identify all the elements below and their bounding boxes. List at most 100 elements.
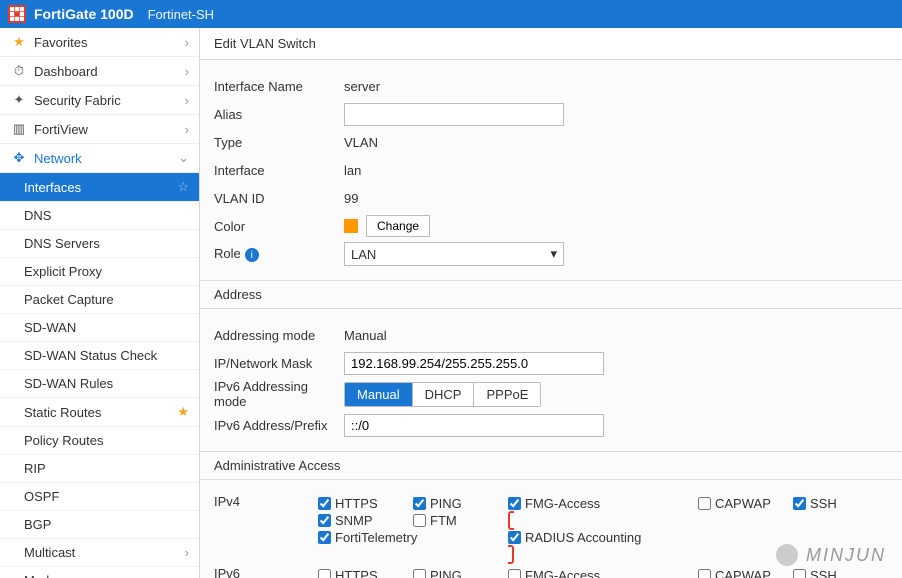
ipv4-snmp-checkbox[interactable]: SNMP	[318, 513, 413, 528]
main-content: Edit VLAN Switch Interface Nameserver Al…	[200, 28, 902, 578]
chevron-down-icon: ⌄	[178, 150, 189, 166]
sidebar-item-label: SD-WAN	[24, 320, 76, 335]
sidebar-item-explicit-proxy[interactable]: Explicit Proxy	[0, 258, 199, 286]
label-ipv4: IPv4	[214, 494, 318, 509]
sidebar-item-sdwan-rules[interactable]: SD-WAN Rules	[0, 370, 199, 398]
label-alias: Alias	[214, 107, 344, 122]
nav-fortiview[interactable]: ▥ FortiView ›	[0, 115, 199, 144]
nav-label: Favorites	[34, 35, 87, 50]
ipv4-fortitelemetry-checkbox[interactable]: FortiTelemetry	[318, 530, 413, 545]
label-color: Color	[214, 219, 344, 234]
sidebar-item-ospf[interactable]: OSPF	[0, 483, 199, 511]
section-address: Address	[200, 280, 902, 309]
sidebar-item-dns[interactable]: DNS	[0, 202, 199, 230]
sidebar-item-label: Static Routes	[24, 405, 101, 420]
sidebar-item-bgp[interactable]: BGP	[0, 511, 199, 539]
ipv6-fmg-checkbox[interactable]: FMG-Access	[508, 568, 698, 578]
value-addressing-mode: Manual	[344, 328, 387, 343]
sidebar: ★ Favorites › ⏱ Dashboard › ✦Security Fabric…	[0, 28, 200, 578]
role-value: LAN	[351, 247, 376, 262]
sidebar-item-label: SD-WAN Rules	[24, 376, 113, 391]
star-outline-icon[interactable]: ☆	[177, 179, 189, 195]
label-role: Rolei	[214, 246, 344, 263]
sidebar-item-multicast[interactable]: Multicast ›	[0, 539, 199, 567]
chevron-right-icon: ›	[185, 545, 189, 560]
nav-network[interactable]: ✥Network⌄	[0, 144, 199, 173]
color-swatch-icon	[344, 219, 358, 233]
value-vlan-id: 99	[344, 191, 358, 206]
sidebar-item-modem[interactable]: Modem	[0, 567, 199, 578]
page-title: Edit VLAN Switch	[200, 28, 902, 60]
sidebar-item-label: OSPF	[24, 489, 59, 504]
sidebar-item-label: DNS	[24, 208, 51, 223]
change-color-button[interactable]: Change	[366, 215, 430, 237]
nav-label: Network	[34, 151, 82, 166]
sidebar-item-sdwan[interactable]: SD-WAN	[0, 314, 199, 342]
label-interface-name: Interface Name	[214, 79, 344, 94]
ipv4-radius-checkbox[interactable]: RADIUS Accounting	[508, 530, 698, 545]
hostname: Fortinet-SH	[148, 7, 214, 22]
sidebar-item-label: Packet Capture	[24, 292, 114, 307]
info-icon[interactable]: i	[245, 248, 259, 262]
ip-mask-input[interactable]	[344, 352, 604, 375]
ipv4-ssh-checkbox[interactable]: SSH	[793, 496, 888, 511]
sidebar-item-label: DNS Servers	[24, 236, 100, 251]
nav-label: Dashboard	[34, 64, 98, 79]
ipv4-fmg-checkbox[interactable]: FMG-Access	[508, 496, 698, 511]
radius-highlight: RADIUS Accounting	[508, 511, 698, 564]
ipv4-ping-checkbox[interactable]: PING	[413, 496, 508, 511]
sidebar-item-sdwan-status[interactable]: SD-WAN Status Check	[0, 342, 199, 370]
chevron-right-icon: ›	[185, 35, 189, 50]
ipv6-prefix-input[interactable]	[344, 414, 604, 437]
ipv4-ftm-checkbox[interactable]: FTM	[413, 513, 508, 528]
sidebar-item-rip[interactable]: RIP	[0, 455, 199, 483]
chart-icon: ▥	[10, 121, 28, 137]
nav-favorites[interactable]: ★ Favorites ›	[0, 28, 199, 57]
ipv6-mode-manual-button[interactable]: Manual	[345, 383, 413, 406]
section-admin-access: Administrative Access	[200, 451, 902, 480]
gauge-icon: ⏱	[10, 63, 28, 79]
ipv6-mode-segmented: Manual DHCP PPPoE	[344, 382, 541, 407]
nav-label: FortiView	[34, 122, 88, 137]
ipv4-https-checkbox[interactable]: HTTPS	[318, 496, 413, 511]
nav-security-fabric[interactable]: ✦Security Fabric›	[0, 86, 199, 115]
chevron-right-icon: ›	[185, 93, 189, 108]
watermark-icon	[776, 544, 798, 566]
value-interface-name: server	[344, 79, 380, 94]
chevron-right-icon: ›	[185, 122, 189, 137]
sidebar-item-label: BGP	[24, 517, 51, 532]
ipv6-https-checkbox[interactable]: HTTPS	[318, 568, 413, 578]
sidebar-item-packet-capture[interactable]: Packet Capture	[0, 286, 199, 314]
sidebar-item-label: RIP	[24, 461, 46, 476]
sidebar-item-dns-servers[interactable]: DNS Servers	[0, 230, 199, 258]
chevron-right-icon: ›	[185, 64, 189, 79]
ipv4-capwap-checkbox[interactable]: CAPWAP	[698, 496, 793, 511]
label-vlan-id: VLAN ID	[214, 191, 344, 206]
label-ipv6: IPv6 Administrative Access	[214, 566, 318, 578]
label-ip-mask: IP/Network Mask	[214, 356, 344, 371]
sidebar-item-label: Multicast	[24, 545, 75, 560]
product-name: FortiGate 100D	[34, 6, 134, 22]
label-ipv6-mode: IPv6 Addressing mode	[214, 379, 344, 409]
ipv6-ssh-checkbox[interactable]: SSH	[793, 568, 888, 578]
sidebar-item-static-routes[interactable]: Static Routes ★	[0, 398, 199, 427]
value-type: VLAN	[344, 135, 378, 150]
star-icon: ★	[10, 34, 28, 50]
caret-down-icon: ▾	[550, 246, 557, 262]
ipv6-capwap-checkbox[interactable]: CAPWAP	[698, 568, 793, 578]
sidebar-item-label: Modem	[24, 573, 67, 578]
nav-dashboard[interactable]: ⏱ Dashboard ›	[0, 57, 199, 86]
sidebar-item-label: Policy Routes	[24, 433, 103, 448]
sidebar-item-interfaces[interactable]: Interfaces☆	[0, 173, 199, 202]
label-addressing-mode: Addressing mode	[214, 328, 344, 343]
star-icon[interactable]: ★	[177, 404, 189, 420]
ipv6-mode-pppoe-button[interactable]: PPPoE	[474, 383, 540, 406]
role-select[interactable]: LAN ▾	[344, 242, 564, 266]
alias-input[interactable]	[344, 103, 564, 126]
ipv6-mode-dhcp-button[interactable]: DHCP	[413, 383, 475, 406]
watermark: MINJUN	[776, 544, 886, 566]
fabric-icon: ✦	[10, 92, 28, 108]
sidebar-item-policy-routes[interactable]: Policy Routes	[0, 427, 199, 455]
label-interface: Interface	[214, 163, 344, 178]
ipv6-ping-checkbox[interactable]: PING	[413, 568, 508, 578]
